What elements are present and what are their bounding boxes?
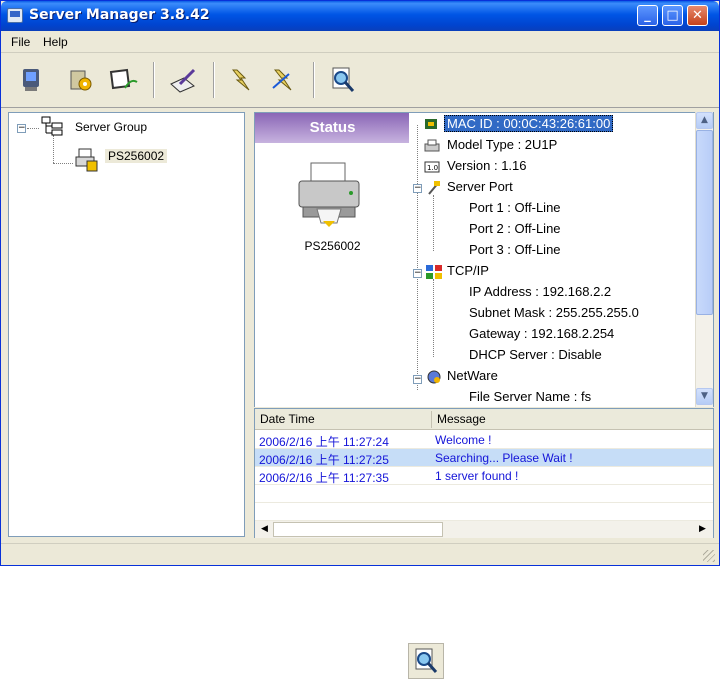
minimize-button[interactable]: _ — [637, 5, 658, 26]
prop-gateway[interactable]: Gateway : 192.168.2.254 — [469, 326, 614, 341]
prop-port2[interactable]: Port 2 : Off-Line — [469, 221, 561, 236]
prop-mac-id[interactable]: MAC ID : 00:0C:43:26:61:00 — [444, 115, 614, 132]
log-row-empty — [255, 485, 713, 503]
monitor-button[interactable] — [105, 62, 141, 98]
prop-version[interactable]: Version : 1.16 — [447, 158, 527, 173]
column-divider[interactable] — [431, 411, 432, 428]
magnifier-icon — [332, 67, 355, 92]
computer-button[interactable] — [13, 62, 49, 98]
scroll-left-icon[interactable]: ◀ — [257, 522, 272, 537]
tree-line — [433, 279, 434, 357]
collapse-server-port-icon[interactable]: − — [413, 184, 422, 193]
edit-button[interactable] — [165, 62, 201, 98]
search-server-button[interactable] — [408, 643, 444, 679]
scroll-right-icon[interactable]: ▶ — [695, 522, 710, 537]
scroll-down-icon[interactable]: ▼ — [696, 388, 713, 405]
scroll-thumb[interactable] — [696, 130, 713, 315]
log-message: 1 server found ! — [435, 469, 519, 483]
log-time: 2006/2/16 上午 11:27:24 — [259, 435, 389, 449]
tree-line — [53, 135, 54, 163]
toolbar-separator — [313, 62, 315, 98]
monitor-wave-icon — [109, 68, 138, 90]
netware-globe-icon — [427, 370, 441, 384]
app-icon — [7, 8, 23, 23]
scroll-up-icon[interactable]: ▲ — [696, 112, 713, 129]
server-tree: − Server Group PS256002 — [8, 112, 245, 537]
log-row[interactable]: 2006/2/16 上午 11:27:35 1 server found ! — [255, 467, 713, 485]
edit-pen-icon — [170, 68, 196, 93]
tree-line — [417, 125, 418, 390]
prop-dhcp-server[interactable]: DHCP Server : Disable — [469, 347, 602, 362]
column-message[interactable]: Message — [437, 412, 486, 426]
printer-icon — [298, 162, 360, 227]
prop-model[interactable]: Model Type : 2U1P — [447, 137, 557, 152]
computer-icon — [23, 69, 39, 91]
menu-file[interactable]: File — [11, 35, 30, 49]
prop-tcpip[interactable]: TCP/IP — [447, 263, 489, 278]
log-time: 2006/2/16 上午 11:27:25 — [259, 453, 389, 467]
flash-arrow-icon — [272, 69, 292, 91]
status-bar — [1, 543, 719, 565]
model-printer-icon — [424, 139, 440, 152]
message-log: Date Time Message 2006/2/16 上午 11:27:24 … — [254, 408, 714, 538]
window-title: Server Manager 3.8.42 — [29, 7, 210, 23]
tree-collapse-icon[interactable]: − — [17, 124, 26, 133]
close-button[interactable]: ✕ — [687, 5, 708, 26]
tree-line — [27, 128, 39, 129]
server-group-icon — [41, 116, 63, 136]
prop-subnet-mask[interactable]: Subnet Mask : 255.255.255.0 — [469, 305, 639, 320]
prop-ip-address[interactable]: IP Address : 192.168.2.2 — [469, 284, 611, 299]
toolbar-separator — [153, 62, 155, 98]
print-server-icon — [75, 148, 98, 172]
flash-arrow-button[interactable] — [265, 62, 301, 98]
mac-chip-icon — [425, 119, 437, 129]
status-header: Status — [255, 113, 410, 143]
magnifier-icon — [415, 648, 438, 673]
prop-server-port[interactable]: Server Port — [447, 179, 513, 194]
version-icon: 1.0 — [424, 161, 440, 173]
tree-line — [53, 163, 73, 164]
server-manager-window: Server Manager 3.8.42 _ □ ✕ File Help − … — [0, 0, 720, 566]
horizontal-scroll-thumb[interactable] — [273, 522, 443, 537]
maximize-button[interactable]: □ — [662, 5, 683, 26]
flash-icon — [231, 69, 250, 91]
toolbar-separator — [213, 62, 215, 98]
title-bar[interactable]: Server Manager 3.8.42 _ □ ✕ — [1, 1, 719, 31]
tree-line — [433, 195, 434, 251]
tree-root-label[interactable]: Server Group — [75, 120, 147, 134]
status-pane: Status PS256002 — [254, 112, 410, 407]
log-message: Searching... Please Wait ! — [435, 451, 573, 465]
config-button[interactable] — [63, 62, 99, 98]
tcpip-network-icon — [426, 265, 442, 279]
status-device-name: PS256002 — [304, 239, 361, 253]
log-row-empty — [255, 503, 713, 521]
toolbar — [1, 54, 719, 108]
menu-help[interactable]: Help — [43, 35, 68, 49]
collapse-tcpip-icon[interactable]: − — [413, 269, 422, 278]
properties-vertical-scrollbar[interactable]: ▲ ▼ — [695, 112, 713, 407]
log-row[interactable]: 2006/2/16 上午 11:27:25 Searching... Pleas… — [255, 449, 713, 467]
collapse-netware-icon[interactable]: − — [413, 375, 422, 384]
log-horizontal-scrollbar[interactable]: ◀ ▶ — [255, 521, 713, 538]
svg-text:1.0: 1.0 — [427, 164, 438, 172]
resize-grip-icon[interactable] — [703, 550, 715, 562]
gear-config-icon — [70, 70, 92, 91]
flash-button[interactable] — [223, 62, 259, 98]
log-header: Date Time Message — [255, 409, 713, 430]
search-button[interactable] — [325, 62, 361, 98]
prop-port1[interactable]: Port 1 : Off-Line — [469, 200, 561, 215]
tree-child-label[interactable]: PS256002 — [105, 149, 168, 163]
log-message: Welcome ! — [435, 433, 492, 447]
log-row[interactable]: 2006/2/16 上午 11:27:24 Welcome ! — [255, 431, 713, 449]
properties-tree: MAC ID : 00:0C:43:26:61:00 Model Type : … — [409, 112, 714, 407]
log-time: 2006/2/16 上午 11:27:35 — [259, 471, 389, 485]
column-date-time[interactable]: Date Time — [260, 412, 315, 426]
prop-file-server-name[interactable]: File Server Name : fs — [469, 389, 591, 404]
server-port-icon — [428, 181, 440, 195]
prop-netware[interactable]: NetWare — [447, 368, 498, 383]
prop-port3[interactable]: Port 3 : Off-Line — [469, 242, 561, 257]
menu-bar: File Help — [1, 31, 719, 53]
